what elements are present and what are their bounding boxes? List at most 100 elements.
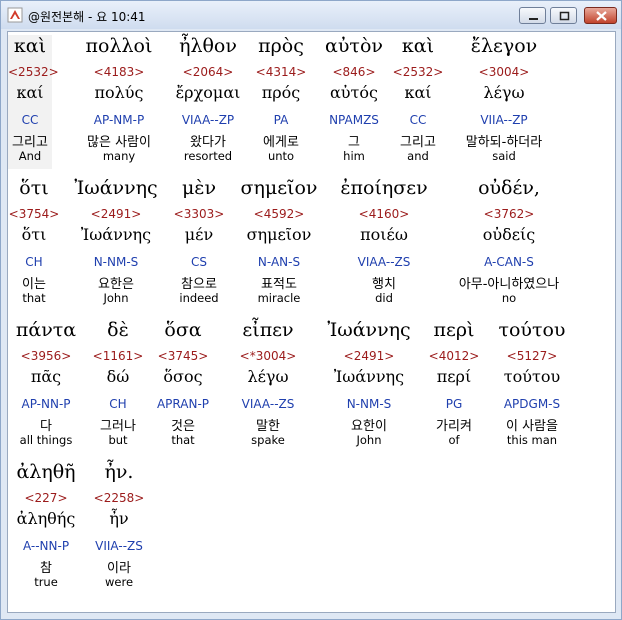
lemma: σημεῖον <box>246 225 312 244</box>
korean-gloss: 참으로 <box>181 277 217 292</box>
title-bar[interactable]: @원전본해 - 요 10:41 <box>1 1 621 29</box>
english-gloss: spake <box>251 433 285 447</box>
lemma: ὅτι <box>21 225 47 244</box>
minimize-icon <box>529 18 538 20</box>
lemma: λέγω <box>483 83 525 102</box>
strong-number: <3745> <box>157 349 209 363</box>
strong-number: <4592> <box>253 207 305 221</box>
english-gloss: this man <box>506 433 558 447</box>
greek-word: πάντα <box>15 319 77 341</box>
strong-number: <2532> <box>392 65 444 79</box>
lemma: καί <box>404 83 432 102</box>
morph-code: VIAA--ZS <box>357 255 411 269</box>
lemma: οὐδείς <box>482 225 536 244</box>
greek-word: τούτου <box>498 319 566 341</box>
morph-code: N-AN-S <box>257 255 301 269</box>
morph-code: APRAN-P <box>156 397 210 411</box>
lemma: ἀληθής <box>16 509 76 528</box>
english-gloss: And <box>18 149 42 163</box>
english-gloss: unto <box>267 149 295 163</box>
greek-word: αὐτὸν <box>325 35 383 57</box>
greek-word: μὲν <box>181 177 217 199</box>
korean-gloss: 다 <box>40 419 52 434</box>
korean-gloss: 요한이 <box>351 419 387 434</box>
greek-word: ἔλεγον <box>470 35 538 57</box>
morph-code: VIIA--ZS <box>95 539 143 553</box>
morph-code: N-NM-S <box>346 397 392 411</box>
greek-word: ὅσα <box>164 319 202 341</box>
greek-word: ἦλθον <box>179 35 237 57</box>
minimize-button[interactable] <box>519 7 546 24</box>
english-gloss: indeed <box>179 291 219 305</box>
strong-number: <*3004> <box>239 349 297 363</box>
strong-number: <1161> <box>92 349 144 363</box>
lemma: αὐτός <box>330 83 378 102</box>
greek-word: εἶπεν <box>242 319 294 341</box>
korean-gloss: 그리고 <box>400 135 436 150</box>
greek-word: ἦν. <box>104 461 134 483</box>
morph-code: VIAA--ZS <box>241 397 295 411</box>
lemma: καί <box>16 83 44 102</box>
korean-gloss: 왔다가 <box>190 135 226 150</box>
korean-gloss: 이라 <box>107 561 131 576</box>
lemma: ἦν <box>109 509 129 528</box>
korean-gloss: 이는 <box>22 277 46 292</box>
morph-code: CC <box>409 113 427 127</box>
english-gloss: John <box>356 433 382 447</box>
korean-gloss: 참 <box>40 561 52 576</box>
english-gloss: did <box>375 291 393 305</box>
strong-number: <2258> <box>93 491 145 505</box>
korean-gloss: 것은 <box>171 419 195 434</box>
strong-number: <3004> <box>478 65 530 79</box>
greek-word: καὶ <box>13 35 47 57</box>
maximize-button[interactable] <box>550 7 577 24</box>
lemma: Ἰωάννης <box>80 225 152 244</box>
english-gloss: that <box>171 433 195 447</box>
english-gloss: but <box>108 433 128 447</box>
morph-code: AP-NN-P <box>21 397 71 411</box>
korean-gloss: 가리켜 <box>436 419 472 434</box>
morph-code: A-CAN-S <box>484 255 534 269</box>
lemma: ἔρχομαι <box>175 83 241 102</box>
morph-code: CS <box>191 255 207 269</box>
strong-number: <846> <box>332 65 376 79</box>
korean-gloss: 행치 <box>372 277 396 292</box>
app-window: @원전본해 - 요 10:41 καὶ <2532> καί CC 그리고 An… <box>0 0 622 620</box>
lemma: ποιέω <box>360 225 408 244</box>
morph-code: N-NM-S <box>93 255 139 269</box>
english-gloss: John <box>103 291 129 305</box>
strong-number: <2491> <box>90 207 142 221</box>
morph-code: VIAA--ZP <box>181 113 235 127</box>
word-block[interactable]: καὶ <2532> καί CC 그리고 And <box>8 35 59 169</box>
korean-gloss: 이 사람을 <box>506 419 558 434</box>
korean-gloss: 그리고 <box>12 135 48 150</box>
close-button[interactable] <box>584 7 617 24</box>
english-gloss: no <box>501 291 517 305</box>
strong-number: <2491> <box>343 349 395 363</box>
window-title: @원전본해 - 요 10:41 <box>28 10 146 24</box>
strong-number: <2064> <box>182 65 234 79</box>
english-gloss: many <box>102 149 136 163</box>
strong-number: <227> <box>24 491 68 505</box>
lemma: Ἰωάννης <box>333 367 405 386</box>
english-gloss: true <box>34 575 58 589</box>
lemma: πρός <box>261 83 301 102</box>
greek-word: σημεῖον <box>240 177 318 199</box>
korean-gloss: 아무-아니하였으나 <box>458 277 560 292</box>
strong-number: <3754> <box>8 207 60 221</box>
greek-word: Ἰωάννης <box>327 319 411 341</box>
close-icon <box>596 11 607 21</box>
korean-gloss: 에게로 <box>263 135 299 150</box>
korean-gloss: 요한은 <box>98 277 134 292</box>
greek-word: ὅτι <box>19 177 49 199</box>
morph-code: VIIA--ZP <box>480 113 528 127</box>
english-gloss: resorted <box>183 149 233 163</box>
maximize-icon <box>559 11 570 21</box>
greek-word: ἐποίησεν <box>340 177 428 199</box>
greek-word: δὲ <box>107 319 129 341</box>
english-gloss: of <box>448 433 460 447</box>
lemma: ὅσος <box>163 367 203 386</box>
morph-code: APDGM-S <box>503 397 561 411</box>
strong-number: <2532> <box>8 65 59 79</box>
verse-panel: καὶ <2532> καί CC 그리고 And πολλοὶ <4183> … <box>7 31 616 613</box>
